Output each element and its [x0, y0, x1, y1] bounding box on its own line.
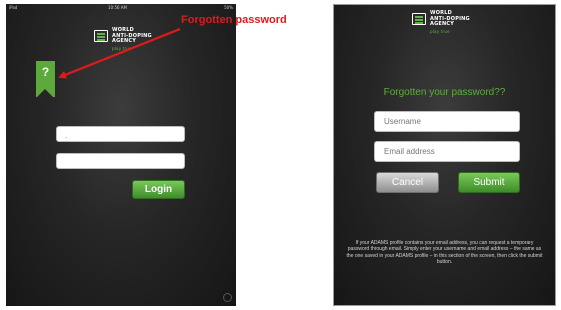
- forgot-password-screen: WORLD ANTI-DOPING AGENCY play true Forgo…: [333, 4, 556, 306]
- username-field[interactable]: Username: [374, 111, 520, 132]
- email-field[interactable]: Email address: [374, 141, 520, 162]
- logo-tagline: play true: [430, 28, 450, 34]
- wada-logo: WORLD ANTI-DOPING AGENCY play true: [412, 10, 470, 34]
- submit-button[interactable]: Submit: [458, 172, 520, 193]
- help-text: If your ADAMS profile contains your emai…: [346, 240, 543, 265]
- wada-logo-icon: [412, 13, 426, 25]
- annotation-label: Forgotten password: [181, 14, 287, 26]
- logo-line-3: AGENCY: [430, 21, 455, 27]
- cancel-button[interactable]: Cancel: [376, 172, 439, 193]
- page-title: Forgotten your password??: [383, 87, 506, 98]
